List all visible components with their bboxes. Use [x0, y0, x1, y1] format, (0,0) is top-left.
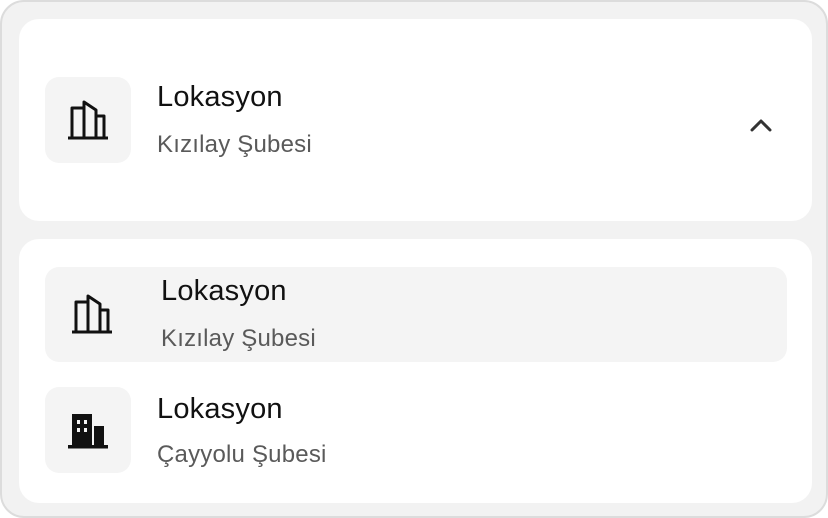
building-outline-icon — [49, 271, 135, 357]
option-title: Lokasyon — [161, 275, 287, 307]
option-title: Lokasyon — [157, 393, 283, 425]
building-outline-icon — [45, 77, 131, 163]
option-kizilay[interactable]: Lokasyon Kızılay Şubesi — [45, 267, 787, 362]
option-cayyolu[interactable]: Lokasyon Çayyolu Şubesi — [45, 387, 787, 477]
location-options-list: Lokasyon Kızılay Şubesi Lokasyon Çayyolu… — [19, 239, 812, 503]
chevron-up-icon[interactable] — [746, 110, 776, 140]
selector-title: Lokasyon — [157, 81, 283, 113]
building-filled-icon — [45, 387, 131, 473]
location-selector-frame: Lokasyon Kızılay Şubesi Lokasyon Kızılay… — [0, 0, 828, 518]
selector-selected-value: Kızılay Şubesi — [157, 131, 312, 158]
option-value: Çayyolu Şubesi — [157, 441, 327, 468]
location-select-trigger[interactable]: Lokasyon Kızılay Şubesi — [19, 19, 812, 221]
option-value: Kızılay Şubesi — [161, 325, 316, 352]
